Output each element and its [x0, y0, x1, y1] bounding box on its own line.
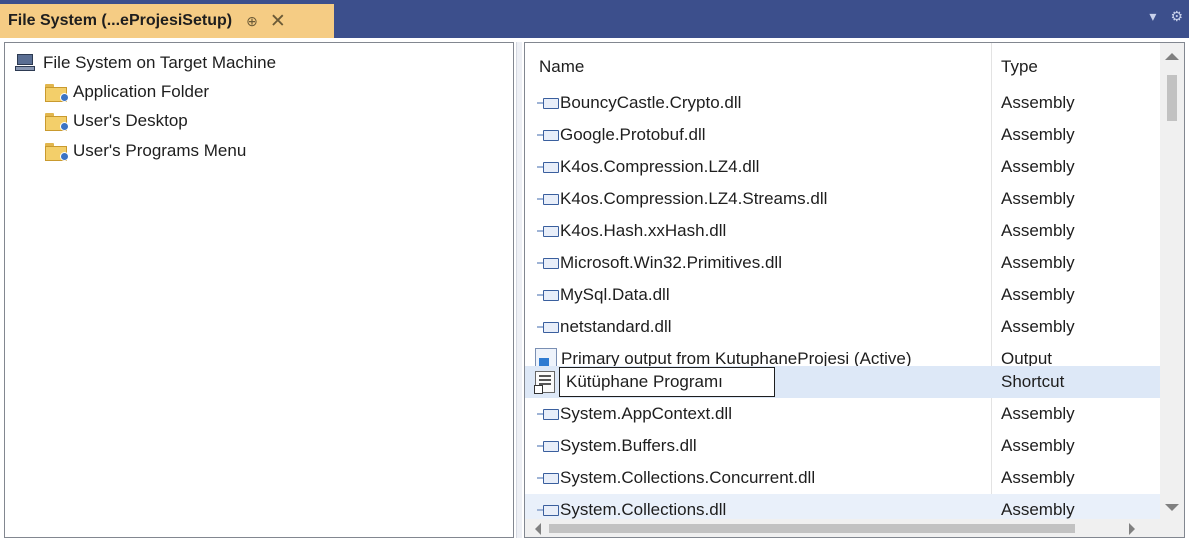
tab-title: File System (...eProjesiSetup) [8, 12, 233, 29]
folder-icon [45, 142, 69, 161]
item-name: System.Buffers.dll [560, 436, 697, 455]
list-item[interactable]: K4os.Hash.xxHash.dll Assembly [525, 215, 1161, 247]
item-type: Assembly [1001, 157, 1075, 176]
assembly-icon [537, 224, 559, 238]
assembly-icon [537, 160, 559, 174]
folder-icon [45, 112, 69, 131]
list-item[interactable]: K4os.Compression.LZ4.dll Assembly [525, 151, 1161, 183]
item-type: Assembly [1001, 317, 1075, 336]
file-list-pane: Name Type BouncyCastle.Crypto.dll Assemb… [524, 42, 1185, 538]
scroll-left-icon[interactable] [535, 523, 541, 535]
item-type: Assembly [1001, 125, 1075, 144]
item-type: Assembly [1001, 285, 1075, 304]
column-header-name[interactable]: Name [539, 57, 584, 77]
chevron-down-icon[interactable]: ▾ [1149, 8, 1156, 25]
scroll-right-icon[interactable] [1129, 523, 1135, 535]
item-name: MySql.Data.dll [560, 285, 670, 304]
document-tab[interactable]: File System (...eProjesiSetup) ⊕ ✕ [0, 4, 334, 38]
assembly-icon [537, 439, 559, 453]
pane-splitter[interactable] [516, 42, 522, 538]
item-type: Shortcut [1001, 372, 1065, 391]
tree-item-label: File System on Target Machine [43, 53, 277, 72]
item-name: K4os.Hash.xxHash.dll [560, 221, 727, 240]
list-item-selected[interactable]: Kütüphane Programı Shortcut [525, 366, 1161, 398]
item-name: System.AppContext.dll [560, 404, 732, 423]
assembly-icon [537, 96, 559, 110]
item-type: Assembly [1001, 189, 1075, 208]
tree-item-users-programs-menu[interactable]: User's Programs Menu [45, 138, 246, 164]
list-item[interactable]: System.Buffers.dll Assembly [525, 430, 1161, 462]
assembly-icon [537, 288, 559, 302]
item-name: K4os.Compression.LZ4.Streams.dll [560, 189, 828, 208]
horizontal-scrollbar[interactable] [525, 519, 1161, 537]
item-type: Assembly [1001, 404, 1075, 423]
folder-icon [45, 83, 69, 102]
list-item[interactable]: netstandard.dll Assembly [525, 311, 1161, 343]
item-type: Assembly [1001, 468, 1075, 487]
document-tab-bar: File System (...eProjesiSetup) ⊕ ✕ ▾ ⚙ [0, 0, 1189, 38]
list-item[interactable]: System.AppContext.dll Assembly [525, 398, 1161, 430]
item-name: System.Collections.dll [560, 500, 727, 519]
gear-icon[interactable]: ⚙ [1170, 8, 1183, 25]
list-item[interactable]: Microsoft.Win32.Primitives.dll Assembly [525, 247, 1161, 279]
scrollbar-corner [1160, 519, 1184, 537]
tree-item-application-folder[interactable]: Application Folder [45, 79, 209, 105]
assembly-icon [537, 128, 559, 142]
rename-input[interactable]: Kütüphane Programı [559, 367, 775, 397]
list-item[interactable]: K4os.Compression.LZ4.Streams.dll Assembl… [525, 183, 1161, 215]
assembly-icon [537, 192, 559, 206]
assembly-icon [537, 407, 559, 421]
tree-item-users-desktop[interactable]: User's Desktop [45, 108, 188, 134]
pin-icon[interactable]: ⊕ [246, 13, 258, 30]
scroll-up-icon[interactable] [1165, 53, 1179, 60]
item-name: K4os.Compression.LZ4.dll [560, 157, 760, 176]
item-type: Assembly [1001, 93, 1075, 112]
computer-icon [15, 53, 37, 73]
item-type: Assembly [1001, 436, 1075, 455]
scroll-down-icon[interactable] [1165, 504, 1179, 511]
vertical-scrollbar[interactable] [1160, 43, 1184, 521]
item-type: Assembly [1001, 500, 1075, 519]
assembly-icon [537, 471, 559, 485]
item-type: Assembly [1001, 221, 1075, 240]
folder-tree-pane: File System on Target Machine Applicatio… [4, 42, 514, 538]
tree-item-label: User's Programs Menu [73, 141, 247, 160]
column-header-type[interactable]: Type [1001, 57, 1038, 77]
item-type: Assembly [1001, 253, 1075, 272]
item-name: BouncyCastle.Crypto.dll [560, 93, 742, 112]
assembly-icon [537, 503, 559, 517]
list-item[interactable]: MySql.Data.dll Assembly [525, 279, 1161, 311]
item-name: Microsoft.Win32.Primitives.dll [560, 253, 782, 272]
item-name: System.Collections.Concurrent.dll [560, 468, 816, 487]
close-icon[interactable]: ✕ [270, 12, 286, 31]
list-item[interactable]: System.Collections.Concurrent.dll Assemb… [525, 462, 1161, 494]
assembly-icon [537, 320, 559, 334]
tree-item-label: Application Folder [73, 82, 210, 101]
list-item[interactable]: BouncyCastle.Crypto.dll Assembly [525, 87, 1161, 119]
shortcut-icon [534, 371, 555, 394]
assembly-icon [537, 256, 559, 270]
scrollbar-thumb[interactable] [1167, 75, 1177, 121]
item-name: Google.Protobuf.dll [560, 125, 706, 144]
list-item[interactable]: Google.Protobuf.dll Assembly [525, 119, 1161, 151]
tree-item-root[interactable]: File System on Target Machine [15, 50, 276, 76]
tree-item-label: User's Desktop [73, 111, 188, 130]
scrollbar-thumb[interactable] [549, 524, 1075, 533]
item-name: netstandard.dll [560, 317, 672, 336]
